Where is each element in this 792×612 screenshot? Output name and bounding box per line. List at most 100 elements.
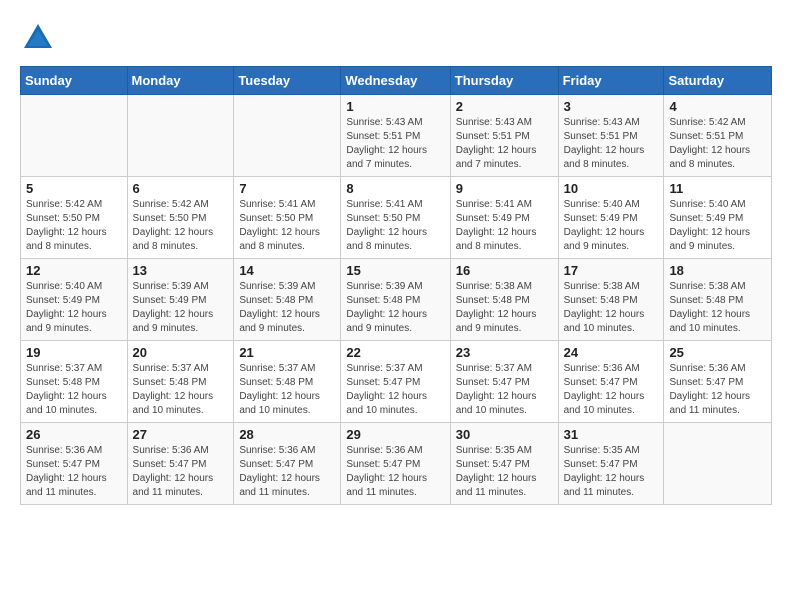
day-number: 5: [26, 181, 122, 196]
day-number: 3: [564, 99, 659, 114]
weekday-row: SundayMondayTuesdayWednesdayThursdayFrid…: [21, 67, 772, 95]
day-number: 7: [239, 181, 335, 196]
day-info: Sunrise: 5:38 AM Sunset: 5:48 PM Dayligh…: [456, 280, 553, 336]
day-number: 30: [456, 427, 553, 442]
weekday-header-sunday: Sunday: [21, 67, 128, 95]
day-info: Sunrise: 5:41 AM Sunset: 5:49 PM Dayligh…: [456, 198, 553, 254]
calendar-week-4: 19Sunrise: 5:37 AM Sunset: 5:48 PM Dayli…: [21, 341, 772, 423]
calendar-day: 19Sunrise: 5:37 AM Sunset: 5:48 PM Dayli…: [21, 341, 128, 423]
day-info: Sunrise: 5:36 AM Sunset: 5:47 PM Dayligh…: [133, 444, 229, 500]
weekday-header-saturday: Saturday: [664, 67, 772, 95]
day-info: Sunrise: 5:37 AM Sunset: 5:47 PM Dayligh…: [456, 362, 553, 418]
day-info: Sunrise: 5:36 AM Sunset: 5:47 PM Dayligh…: [669, 362, 766, 418]
day-info: Sunrise: 5:39 AM Sunset: 5:48 PM Dayligh…: [346, 280, 444, 336]
weekday-header-tuesday: Tuesday: [234, 67, 341, 95]
calendar-day: 10 Sunrise: 5:40 AM Sunset: 5:49 PM Dayli…: [558, 177, 664, 259]
weekday-header-friday: Friday: [558, 67, 664, 95]
day-info: Sunrise: 5:36 AM Sunset: 5:47 PM Dayligh…: [346, 444, 444, 500]
day-number: 23: [456, 345, 553, 360]
day-number: 16: [456, 263, 553, 278]
calendar-day: 5 Sunrise: 5:42 AM Sunset: 5:50 PM Daylig…: [21, 177, 128, 259]
day-info: Sunrise: 5:37 AM Sunset: 5:48 PM Dayligh…: [239, 362, 335, 418]
calendar-day: 27 Sunrise: 5:36 AM Sunset: 5:47 PM Dayli…: [127, 423, 234, 505]
calendar-day: 15 Sunrise: 5:39 AM Sunset: 5:48 PM Dayli…: [341, 259, 450, 341]
day-number: 12: [26, 263, 122, 278]
calendar-day: 25Sunrise: 5:36 AM Sunset: 5:47 PM Dayli…: [664, 341, 772, 423]
day-number: 15: [346, 263, 444, 278]
calendar-day: 14Sunrise: 5:39 AM Sunset: 5:48 PM Dayli…: [234, 259, 341, 341]
calendar-day: 3 Sunrise: 5:43 AM Sunset: 5:51 PM Daylig…: [558, 95, 664, 177]
day-number: 10: [564, 181, 659, 196]
calendar-day: [21, 95, 128, 177]
day-info: Sunrise: 5:36 AM Sunset: 5:47 PM Dayligh…: [239, 444, 335, 500]
calendar-day: 13Sunrise: 5:39 AM Sunset: 5:49 PM Dayli…: [127, 259, 234, 341]
calendar-week-3: 12 Sunrise: 5:40 AM Sunset: 5:49 PM Dayli…: [21, 259, 772, 341]
calendar-day: 31 Sunrise: 5:35 AM Sunset: 5:47 PM Dayli…: [558, 423, 664, 505]
day-info: Sunrise: 5:37 AM Sunset: 5:48 PM Dayligh…: [133, 362, 229, 418]
calendar-day: 24Sunrise: 5:36 AM Sunset: 5:47 PM Dayli…: [558, 341, 664, 423]
calendar-week-5: 26 Sunrise: 5:36 AM Sunset: 5:47 PM Dayli…: [21, 423, 772, 505]
calendar-day: 28 Sunrise: 5:36 AM Sunset: 5:47 PM Dayli…: [234, 423, 341, 505]
day-info: Sunrise: 5:38 AM Sunset: 5:48 PM Dayligh…: [564, 280, 659, 336]
day-info: Sunrise: 5:35 AM Sunset: 5:47 PM Dayligh…: [564, 444, 659, 500]
day-number: 6: [133, 181, 229, 196]
day-info: Sunrise: 5:37 AM Sunset: 5:47 PM Dayligh…: [346, 362, 444, 418]
day-number: 11: [669, 181, 766, 196]
day-number: 27: [133, 427, 229, 442]
calendar-day: 9 Sunrise: 5:41 AM Sunset: 5:49 PM Daylig…: [450, 177, 558, 259]
calendar-table: SundayMondayTuesdayWednesdayThursdayFrid…: [20, 66, 772, 505]
calendar-day: 1 Sunrise: 5:43 AM Sunset: 5:51 PM Daylig…: [341, 95, 450, 177]
calendar-day: 4Sunrise: 5:42 AM Sunset: 5:51 PM Daylig…: [664, 95, 772, 177]
day-number: 24: [564, 345, 659, 360]
calendar-day: [234, 95, 341, 177]
day-info: Sunrise: 5:41 AM Sunset: 5:50 PM Dayligh…: [239, 198, 335, 254]
day-number: 1: [346, 99, 444, 114]
calendar-day: 29 Sunrise: 5:36 AM Sunset: 5:47 PM Dayli…: [341, 423, 450, 505]
calendar-day: 11 Sunrise: 5:40 AM Sunset: 5:49 PM Dayli…: [664, 177, 772, 259]
day-info: Sunrise: 5:35 AM Sunset: 5:47 PM Dayligh…: [456, 444, 553, 500]
calendar-day: 6 Sunrise: 5:42 AM Sunset: 5:50 PM Daylig…: [127, 177, 234, 259]
calendar-week-1: 1 Sunrise: 5:43 AM Sunset: 5:51 PM Daylig…: [21, 95, 772, 177]
day-number: 9: [456, 181, 553, 196]
day-number: 20: [133, 345, 229, 360]
calendar-day: 16 Sunrise: 5:38 AM Sunset: 5:48 PM Dayli…: [450, 259, 558, 341]
day-info: Sunrise: 5:43 AM Sunset: 5:51 PM Dayligh…: [456, 116, 553, 172]
day-number: 8: [346, 181, 444, 196]
weekday-header-wednesday: Wednesday: [341, 67, 450, 95]
day-number: 26: [26, 427, 122, 442]
day-number: 4: [669, 99, 766, 114]
day-info: Sunrise: 5:41 AM Sunset: 5:50 PM Dayligh…: [346, 198, 444, 254]
day-number: 21: [239, 345, 335, 360]
calendar-day: 2Sunrise: 5:43 AM Sunset: 5:51 PM Daylig…: [450, 95, 558, 177]
day-info: Sunrise: 5:40 AM Sunset: 5:49 PM Dayligh…: [564, 198, 659, 254]
calendar-day: 26 Sunrise: 5:36 AM Sunset: 5:47 PM Dayli…: [21, 423, 128, 505]
day-info: Sunrise: 5:36 AM Sunset: 5:47 PM Dayligh…: [26, 444, 122, 500]
day-number: 17: [564, 263, 659, 278]
page-header: [20, 20, 772, 56]
weekday-header-monday: Monday: [127, 67, 234, 95]
logo-icon: [20, 20, 56, 56]
weekday-header-thursday: Thursday: [450, 67, 558, 95]
day-info: Sunrise: 5:43 AM Sunset: 5:51 PM Dayligh…: [346, 116, 444, 172]
calendar-day: 17 Sunrise: 5:38 AM Sunset: 5:48 PM Dayli…: [558, 259, 664, 341]
day-number: 22: [346, 345, 444, 360]
day-number: 18: [669, 263, 766, 278]
calendar-day: 20 Sunrise: 5:37 AM Sunset: 5:48 PM Dayli…: [127, 341, 234, 423]
day-info: Sunrise: 5:42 AM Sunset: 5:50 PM Dayligh…: [133, 198, 229, 254]
day-info: Sunrise: 5:37 AM Sunset: 5:48 PM Dayligh…: [26, 362, 122, 418]
day-info: Sunrise: 5:43 AM Sunset: 5:51 PM Dayligh…: [564, 116, 659, 172]
day-info: Sunrise: 5:40 AM Sunset: 5:49 PM Dayligh…: [26, 280, 122, 336]
day-number: 29: [346, 427, 444, 442]
calendar-body: 1 Sunrise: 5:43 AM Sunset: 5:51 PM Daylig…: [21, 95, 772, 505]
calendar-day: 23 Sunrise: 5:37 AM Sunset: 5:47 PM Dayli…: [450, 341, 558, 423]
calendar-day: [664, 423, 772, 505]
day-info: Sunrise: 5:42 AM Sunset: 5:50 PM Dayligh…: [26, 198, 122, 254]
calendar-day: [127, 95, 234, 177]
calendar-day: 21 Sunrise: 5:37 AM Sunset: 5:48 PM Dayli…: [234, 341, 341, 423]
day-number: 31: [564, 427, 659, 442]
day-info: Sunrise: 5:39 AM Sunset: 5:49 PM Dayligh…: [133, 280, 229, 336]
calendar-week-2: 5 Sunrise: 5:42 AM Sunset: 5:50 PM Daylig…: [21, 177, 772, 259]
day-info: Sunrise: 5:40 AM Sunset: 5:49 PM Dayligh…: [669, 198, 766, 254]
day-number: 28: [239, 427, 335, 442]
day-number: 14: [239, 263, 335, 278]
